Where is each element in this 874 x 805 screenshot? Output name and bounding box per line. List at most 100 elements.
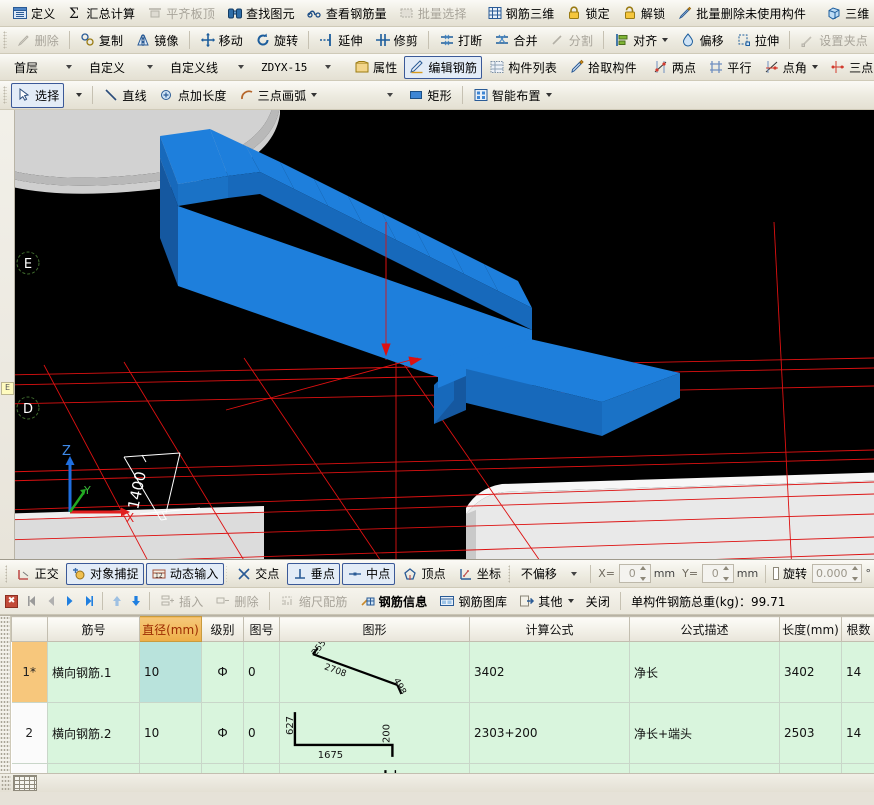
point-plus-length-button[interactable]: 点加长度	[154, 84, 232, 107]
cell-shape[interactable]: 627 1675 200	[279, 702, 470, 764]
grid-resize-grip[interactable]	[1, 775, 11, 791]
cell-length[interactable]: 3402	[779, 641, 842, 703]
chevron-down-icon[interactable]	[143, 59, 157, 75]
toolbar-batch-select-button[interactable]: 批量选择	[394, 2, 472, 25]
cell-figno[interactable]: 0	[243, 702, 280, 764]
three-point-arc-button[interactable]: 三点画弧	[234, 84, 323, 107]
cell-formula[interactable]: 3402	[469, 641, 630, 703]
toolbar-grip[interactable]	[3, 86, 7, 104]
rectangle-tool-button[interactable]: 矩形	[403, 84, 456, 107]
nav-up-button[interactable]	[107, 592, 126, 611]
toolbar-merge-button[interactable]: 合并	[489, 29, 542, 52]
three-point-button[interactable]: 三点	[825, 56, 874, 79]
toolbar-offset-button[interactable]: 偏移	[675, 29, 728, 52]
col-header-length[interactable]: 长度(mm)	[779, 616, 842, 642]
chevron-down-icon[interactable]	[567, 566, 581, 582]
cell-diameter[interactable]: 10	[139, 702, 202, 764]
insert-row-button[interactable]: 插入	[155, 590, 208, 613]
table-row[interactable]: 1* 横向钢筋.1 10 Ф 0 255 2708 498 3402 净长 34…	[11, 641, 874, 703]
cell-count[interactable]: 14	[841, 641, 874, 703]
toolbar-copy-button[interactable]: 复制	[75, 29, 128, 52]
snap-object-toggle[interactable]: 对象捕捉	[66, 562, 144, 585]
rebar-info-button[interactable]: 钢筋信息	[355, 590, 433, 613]
toolbar-set-grip-button[interactable]: 设置夹点	[795, 29, 873, 52]
snap-ortho-toggle[interactable]: 正交	[11, 563, 64, 585]
toolbar-rebar-3d-button[interactable]: 钢筋三维	[482, 2, 560, 25]
other-menu-button[interactable]: 其他	[514, 590, 578, 613]
snap-dynamic-input-toggle[interactable]: 12 动态输入	[145, 562, 224, 585]
toolbar-grip[interactable]	[508, 564, 510, 583]
member-combo[interactable]: ZDYX-15	[255, 56, 338, 78]
parallel-button[interactable]: 平行	[703, 56, 756, 79]
cell-rownum[interactable]: 1*	[11, 641, 48, 703]
col-header-figno[interactable]: 图号	[243, 616, 280, 642]
nav-prev-button[interactable]	[41, 592, 60, 611]
properties-button[interactable]: 属性	[349, 56, 402, 79]
snap-intersection-button[interactable]: 交点	[231, 563, 284, 585]
snap-midpoint-button[interactable]: 中点	[342, 562, 396, 585]
nav-first-button[interactable]	[22, 592, 41, 611]
toolbar-extend-button[interactable]: 延伸	[314, 29, 367, 52]
col-header-shape[interactable]: 图形	[279, 616, 470, 642]
3d-viewport[interactable]: E D 1400 Z X Y	[14, 110, 874, 559]
cell-formula[interactable]: 2303+200	[469, 702, 630, 764]
rebar-library-button[interactable]: 钢筋图库	[434, 590, 512, 613]
smart-layout-button[interactable]: 智能布置	[468, 84, 557, 107]
rotate-spinner[interactable]	[850, 566, 859, 581]
toolbar-3d-view-button[interactable]: 三维	[821, 2, 874, 25]
chevron-down-icon[interactable]	[62, 59, 76, 75]
table-row[interactable]: 2 横向钢筋.2 10 Ф 0 627 1675 200 2303+200 净长…	[11, 702, 874, 764]
chevron-down-icon[interactable]	[321, 59, 335, 75]
close-panel-button[interactable]: 关闭	[581, 590, 615, 613]
toolbar-split-button[interactable]: 分割	[545, 29, 598, 52]
snap-coordinate-button[interactable]: 坐标	[453, 563, 506, 585]
cell-length[interactable]: 2503	[779, 702, 842, 764]
toolbar-mirror-button[interactable]: 镜像	[130, 29, 183, 52]
cell-jinhao[interactable]: 横向钢筋.1	[47, 641, 140, 703]
col-header-description[interactable]: 公式描述	[629, 616, 780, 642]
chevron-down-icon[interactable]	[234, 59, 248, 75]
toolbar-view-rebar-qty-button[interactable]: 查看钢筋量	[302, 2, 392, 25]
toolbar-trim-button[interactable]: 修剪	[370, 29, 423, 52]
rotate-checkbox[interactable]	[772, 567, 779, 580]
toolbar-align-button[interactable]: 对齐	[609, 29, 673, 52]
cell-grade[interactable]: Ф	[201, 702, 244, 764]
toolbar-define-button[interactable]: 定义	[7, 2, 60, 25]
snap-vertex-button[interactable]: 顶点	[397, 563, 450, 585]
nav-last-button[interactable]	[79, 592, 98, 611]
two-point-button[interactable]: 两点	[648, 56, 701, 79]
cell-grade[interactable]: Ф	[201, 641, 244, 703]
floor-combo[interactable]: 首层	[8, 56, 79, 78]
cell-shape[interactable]: 255 2708 498	[279, 641, 470, 703]
grid-view-icon[interactable]	[13, 775, 37, 791]
toolbar-grip[interactable]	[3, 31, 7, 49]
y-coord-input[interactable]: 0	[702, 564, 734, 583]
toolbar-stretch-button[interactable]: 拉伸	[731, 29, 784, 52]
cell-diameter[interactable]: 10	[139, 641, 202, 703]
toolbar-move-button[interactable]: 移动	[195, 29, 248, 52]
y-coord-spinner[interactable]	[722, 566, 731, 581]
member-list-button[interactable]: 构件列表	[484, 56, 562, 79]
col-header-formula[interactable]: 计算公式	[469, 616, 630, 642]
type-combo[interactable]: 自定义线	[164, 56, 251, 78]
toolbar-grip[interactable]	[225, 564, 228, 583]
delete-row-button[interactable]: 删除	[210, 590, 263, 613]
col-header-grade[interactable]: 级别	[201, 616, 244, 642]
snap-perpendicular-button[interactable]: 垂点	[286, 562, 341, 585]
col-header-count[interactable]: 根数	[841, 616, 874, 642]
toolbar-find-element-button[interactable]: 查找图元	[222, 2, 300, 25]
toolbar-break-button[interactable]: 打断	[434, 29, 487, 52]
category-combo[interactable]: 自定义	[83, 56, 160, 78]
left-rail-tab[interactable]: E	[1, 382, 14, 395]
nav-down-button[interactable]	[126, 592, 145, 611]
scaled-rebar-button[interactable]: 缩尺配筋	[275, 590, 353, 613]
point-angle-button[interactable]: 点角	[759, 56, 823, 79]
cell-jinhao[interactable]: 横向钢筋.2	[47, 702, 140, 764]
col-header-diameter[interactable]: 直径(mm)	[139, 616, 202, 642]
toolbar-summary-calc-button[interactable]: Σ 汇总计算	[62, 2, 140, 25]
nav-next-button[interactable]	[60, 592, 79, 611]
rotate-input[interactable]: 0.000	[811, 564, 863, 583]
toolbar-lock-button[interactable]: 锁定	[561, 2, 614, 25]
select-tool-dropdown[interactable]	[66, 84, 87, 107]
col-header-rownum[interactable]	[11, 616, 48, 642]
